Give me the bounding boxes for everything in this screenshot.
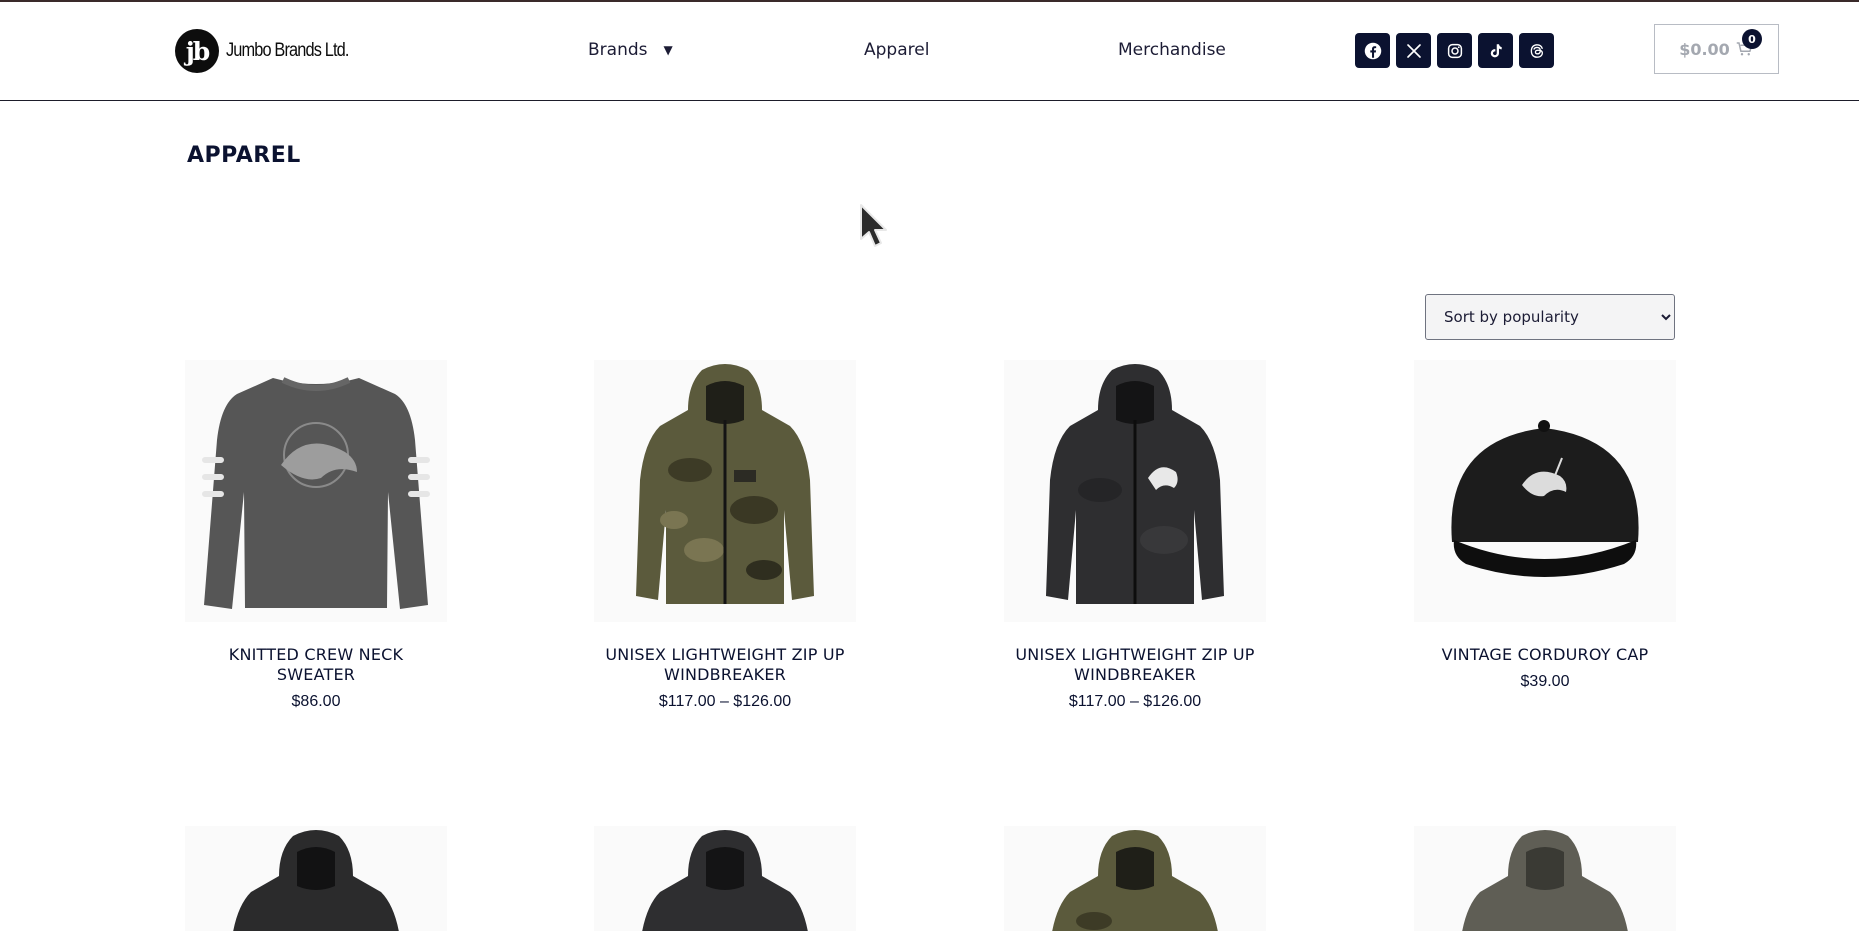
product-name[interactable]: UNISEX LIGHTWEIGHT ZIP UP WINDBREAKER (1004, 645, 1266, 685)
product-image-partial[interactable] (185, 826, 447, 931)
instagram-icon[interactable] (1437, 33, 1472, 68)
nav-brands[interactable]: Brands ▼ (588, 40, 673, 60)
product-card[interactable]: UNISEX LIGHTWEIGHT ZIP UP WINDBREAKER $1… (594, 360, 856, 711)
product-image[interactable] (185, 360, 447, 622)
nav-brands-label: Brands (588, 40, 648, 60)
site-logo[interactable]: jb Jumbo Brands Ltd. (175, 29, 368, 73)
x-icon[interactable] (1396, 33, 1431, 68)
page-title: APPAREL (187, 143, 301, 168)
cart-button[interactable]: $0.00 0 (1654, 24, 1779, 74)
product-image[interactable] (1414, 360, 1676, 622)
product-name[interactable]: UNISEX LIGHTWEIGHT ZIP UP WINDBREAKER (594, 645, 856, 685)
logo-mark: jb (175, 29, 219, 73)
caret-down-icon: ▼ (663, 43, 673, 57)
product-card[interactable]: VINTAGE CORDUROY CAP $39.00 (1414, 360, 1676, 691)
product-name[interactable]: VINTAGE CORDUROY CAP (1414, 645, 1676, 665)
cart-total: $0.00 (1679, 39, 1730, 59)
nav-apparel[interactable]: Apparel (864, 40, 929, 60)
site-header: jb Jumbo Brands Ltd. Brands ▼ Apparel Me… (0, 2, 1859, 101)
product-image[interactable] (594, 360, 856, 622)
product-image-partial[interactable] (594, 826, 856, 931)
product-price: $117.00 – $126.00 (1068, 693, 1202, 710)
logo-text: Jumbo Brands Ltd. (226, 40, 349, 61)
product-name[interactable]: KNITTED CREW NECK SWEATER (185, 645, 447, 685)
product-card[interactable]: UNISEX LIGHTWEIGHT ZIP UP WINDBREAKER $1… (1004, 360, 1266, 711)
product-card[interactable]: KNITTED CREW NECK SWEATER $86.00 (185, 360, 447, 711)
cart-count-badge: 0 (1742, 29, 1762, 49)
product-image-partial[interactable] (1414, 826, 1676, 931)
product-price: $39.00 (1520, 673, 1570, 690)
nav-merchandise[interactable]: Merchandise (1118, 40, 1226, 60)
sort-select[interactable]: Sort by popularity (1425, 294, 1675, 340)
social-links (1355, 33, 1554, 68)
product-price: $117.00 – $126.00 (658, 693, 792, 710)
product-price: $86.00 (291, 693, 341, 710)
product-image[interactable] (1004, 360, 1266, 622)
threads-icon[interactable] (1519, 33, 1554, 68)
facebook-icon[interactable] (1355, 33, 1390, 68)
mouse-cursor-icon (860, 204, 887, 247)
tiktok-icon[interactable] (1478, 33, 1513, 68)
product-image-partial[interactable] (1004, 826, 1266, 931)
